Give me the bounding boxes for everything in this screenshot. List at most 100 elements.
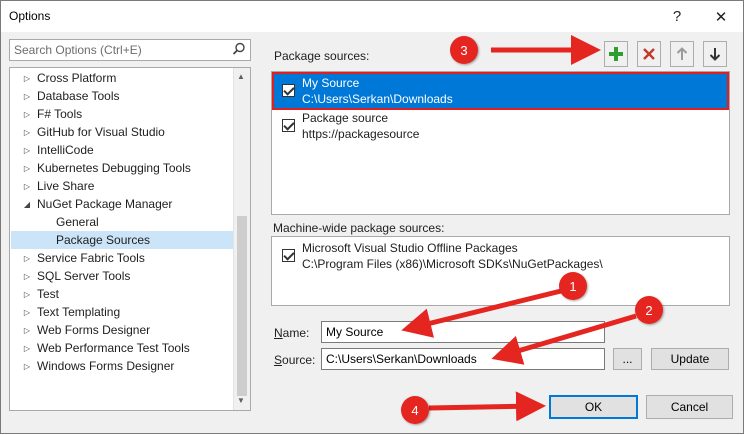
tree-item[interactable]: ▷ Cross Platform [11, 69, 233, 87]
search-icon [232, 42, 246, 59]
search-options-input[interactable]: Search Options (Ctrl+E) [9, 39, 251, 61]
tree-item[interactable]: General [11, 213, 233, 231]
source-path: C:\Program Files (x86)\Microsoft SDKs\Nu… [302, 257, 603, 271]
remove-icon [643, 48, 655, 60]
annotation-badge: 2 [635, 296, 663, 324]
options-navigation: Search Options (Ctrl+E) ▷ Cross Platform ▷… [9, 39, 251, 411]
collapsed-icon[interactable]: ▷ [20, 254, 34, 263]
tree-item-label: Test [37, 287, 60, 301]
source-name: Package source [302, 111, 389, 125]
collapsed-icon[interactable]: ▷ [20, 164, 34, 173]
machine-sources-list: Microsoft Visual Studio Offline Packages… [271, 236, 730, 306]
close-button[interactable]: ✕ [701, 1, 741, 32]
source-field[interactable]: C:\Users\Serkan\Downloads [321, 348, 605, 370]
source-enabled-checkbox[interactable] [282, 249, 295, 262]
update-button[interactable]: Update [651, 348, 729, 370]
scroll-down-icon[interactable]: ▼ [237, 396, 245, 405]
move-up-button[interactable] [670, 41, 694, 67]
plus-icon [609, 47, 623, 61]
annotation-badge: 4 [401, 396, 429, 424]
tree-item-label: Web Performance Test Tools [37, 341, 190, 355]
tree-item-label: Cross Platform [37, 71, 117, 85]
tree-item-label: SQL Server Tools [37, 269, 131, 283]
collapsed-icon[interactable]: ▷ [20, 326, 34, 335]
tree-item-label: Web Forms Designer [37, 323, 151, 337]
collapsed-icon[interactable]: ▷ [20, 74, 34, 83]
tree-item-label: Text Templating [37, 305, 121, 319]
tree-item[interactable]: ▷ Web Performance Test Tools [11, 339, 233, 357]
collapsed-icon[interactable]: ▷ [20, 110, 34, 119]
tree-item-label: General [56, 215, 99, 229]
name-label: Name: [274, 326, 310, 340]
tree-item-label: F# Tools [37, 107, 83, 121]
tree-scrollbar[interactable]: ▲ ▼ [233, 68, 250, 410]
scroll-thumb[interactable] [237, 216, 247, 396]
tree-item-label: NuGet Package Manager [37, 197, 173, 211]
browse-button[interactable]: ... [613, 348, 642, 370]
tree-item[interactable]: ▷ Database Tools [11, 87, 233, 105]
source-name: My Source [302, 76, 360, 90]
tree-item[interactable]: ▷ Service Fabric Tools [11, 249, 233, 267]
collapsed-icon[interactable]: ▷ [20, 344, 34, 353]
arrow-up-icon [676, 47, 688, 60]
tree-item-label: Service Fabric Tools [37, 251, 145, 265]
source-enabled-checkbox[interactable] [282, 84, 295, 97]
tree-item[interactable]: ▷ IntelliCode [11, 141, 233, 159]
tree-item[interactable]: ▷ GitHub for Visual Studio [11, 123, 233, 141]
source-name: Microsoft Visual Studio Offline Packages [302, 241, 518, 255]
tree-item[interactable]: ▷ Text Templating [11, 303, 233, 321]
help-icon: ? [672, 8, 682, 25]
help-button[interactable]: ? [657, 1, 697, 32]
cancel-button[interactable]: Cancel [646, 395, 733, 419]
tree-item-label: Package Sources [56, 233, 151, 247]
tree-item-label: IntelliCode [37, 143, 94, 157]
options-dialog: Options ? ✕ Search Options (Ctrl+E) ▷ Cro… [0, 0, 744, 434]
close-icon: ✕ [714, 8, 728, 26]
annotation-badge: 3 [450, 36, 478, 64]
collapsed-icon[interactable]: ▷ [20, 92, 34, 101]
collapsed-icon[interactable]: ▷ [20, 146, 34, 155]
scroll-up-icon[interactable]: ▲ [237, 72, 245, 81]
source-enabled-checkbox[interactable] [282, 119, 295, 132]
annotation-arrow [428, 391, 546, 422]
move-down-button[interactable] [703, 41, 727, 67]
collapsed-icon[interactable]: ▷ [20, 362, 34, 371]
tree-item[interactable]: ▷ Windows Forms Designer [11, 357, 233, 375]
machine-sources-label: Machine-wide package sources: [273, 221, 445, 235]
tree-item[interactable]: ▷ SQL Server Tools [11, 267, 233, 285]
collapsed-icon[interactable]: ▷ [20, 128, 34, 137]
ok-button[interactable]: OK [549, 395, 638, 419]
tree-item[interactable]: ▷ F# Tools [11, 105, 233, 123]
options-tree: ▷ Cross Platform ▷ Database Tools ▷ F# Tools ▷… [9, 67, 251, 411]
tree-item-label: Windows Forms Designer [37, 359, 175, 373]
tree-item[interactable]: ▷ Web Forms Designer [11, 321, 233, 339]
collapsed-icon[interactable]: ▷ [20, 308, 34, 317]
package-source-item[interactable]: Package source https://packagesource [274, 109, 727, 143]
tree-item[interactable]: ▷ Kubernetes Debugging Tools [11, 159, 233, 177]
tree-item-label: Live Share [37, 179, 95, 193]
annotation-badge: 1 [559, 272, 587, 300]
remove-source-button[interactable] [637, 41, 661, 67]
package-sources-list: My Source C:\Users\Serkan\Downloads Pack… [271, 71, 730, 215]
title-bar: Options ? ✕ [1, 1, 743, 32]
tree-item-label: Database Tools [37, 89, 120, 103]
tree-item-label: Kubernetes Debugging Tools [37, 161, 191, 175]
add-source-button[interactable] [604, 41, 628, 67]
tree-item[interactable]: ◢ NuGet Package Manager [11, 195, 233, 213]
name-field[interactable]: My Source [321, 321, 605, 343]
machine-source-item[interactable]: Microsoft Visual Studio Offline Packages… [274, 239, 727, 273]
arrow-down-icon [709, 48, 721, 61]
collapsed-icon[interactable]: ▷ [20, 290, 34, 299]
collapsed-icon[interactable]: ▷ [20, 272, 34, 281]
tree-item[interactable]: ▷ Live Share [11, 177, 233, 195]
package-sources-label: Package sources: [274, 49, 370, 63]
tree-item[interactable]: ▷ Test [11, 285, 233, 303]
package-source-item[interactable]: My Source C:\Users\Serkan\Downloads [272, 72, 729, 110]
tree-item[interactable]: Package Sources [11, 231, 233, 249]
search-placeholder: Search Options (Ctrl+E) [14, 43, 142, 57]
expanded-icon[interactable]: ◢ [20, 200, 34, 209]
source-path: https://packagesource [302, 127, 420, 141]
collapsed-icon[interactable]: ▷ [20, 182, 34, 191]
source-label: Source: [274, 353, 316, 367]
source-path: C:\Users\Serkan\Downloads [302, 92, 453, 106]
